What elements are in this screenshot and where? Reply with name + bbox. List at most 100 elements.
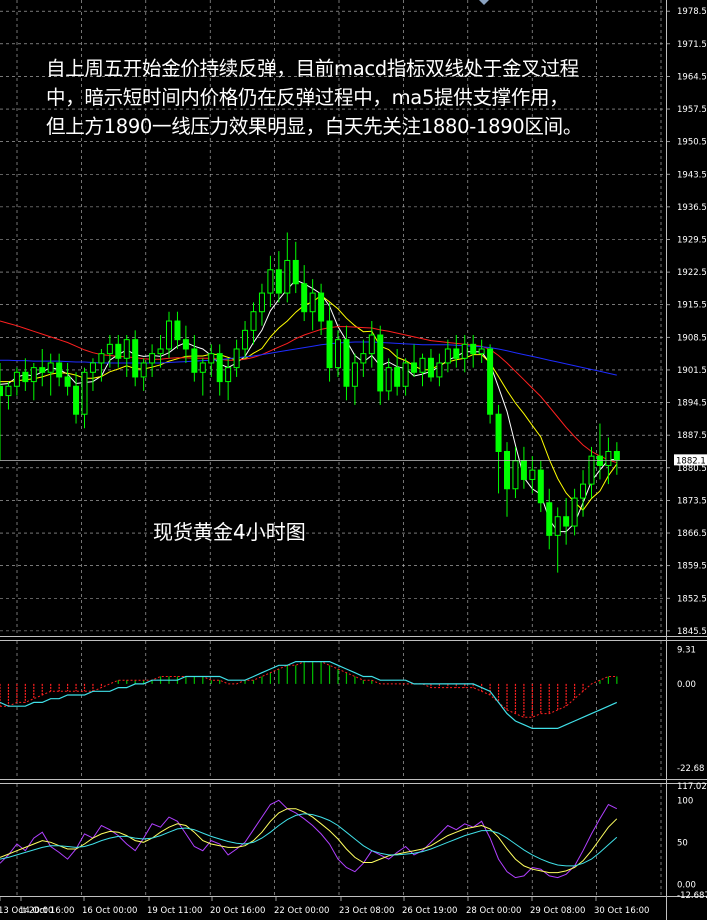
price-tick-label: 1845.5 xyxy=(677,627,707,637)
time-tick-label: 19 Oct 11:00 xyxy=(147,906,202,916)
analysis-annotation: 自上周五开始金价持续反弹，目前macd指标双线处于金叉过程 中，暗示短时间内价格… xyxy=(46,54,646,141)
candle-body xyxy=(233,348,240,369)
price-tick-label: 1922.5 xyxy=(677,268,707,278)
price-tick-label: 1908.5 xyxy=(677,333,707,343)
candle-body xyxy=(292,259,299,285)
moving-average-line xyxy=(0,279,617,533)
candle-body xyxy=(394,367,401,387)
candle-body xyxy=(106,343,113,355)
candle-body xyxy=(411,362,418,373)
candle-body xyxy=(47,362,54,373)
annotation-line: 但上方1890一线压力效果明显，白天先关注1880-1890区间。 xyxy=(46,115,583,138)
candle-body xyxy=(258,292,265,313)
candle-body xyxy=(309,292,316,313)
price-tick-label: 1950.5 xyxy=(677,138,707,148)
macd-tick-label: 9.31 xyxy=(677,645,696,655)
annotation-line: 自上周五开始金价持续反弹，目前macd指标双线处于金叉过程 xyxy=(46,57,579,80)
time-tick-label: 22 Oct 00:00 xyxy=(274,906,329,916)
candle-body xyxy=(13,371,20,387)
candle-body xyxy=(613,450,620,461)
candle-body xyxy=(216,353,223,383)
candle-body xyxy=(89,362,96,373)
candle-body xyxy=(343,339,350,387)
candle-body xyxy=(73,385,80,415)
price-tick-label: 1964.5 xyxy=(677,72,707,82)
price-tick-label: 1873.5 xyxy=(677,496,707,506)
candle-body xyxy=(149,353,156,364)
price-tick-label: 1957.5 xyxy=(677,105,707,115)
candle-body xyxy=(123,339,130,359)
candle-body xyxy=(427,357,434,378)
candle-body xyxy=(115,343,122,359)
candle-body xyxy=(30,367,37,383)
candle-body xyxy=(470,343,477,355)
candle-body xyxy=(495,413,502,452)
time-tick-label: 29 Oct 08:00 xyxy=(530,906,585,916)
candle-body xyxy=(39,367,46,373)
candle-body xyxy=(182,339,189,350)
stochastic-tick-label: 117.029 xyxy=(677,782,707,792)
stochastic-line xyxy=(0,808,618,874)
candle-body xyxy=(208,353,215,364)
candle-body xyxy=(98,353,105,364)
price-tick-label: 1887.5 xyxy=(677,431,707,441)
candle-body xyxy=(377,334,384,392)
candle-body xyxy=(512,460,519,490)
candle-body xyxy=(351,362,358,387)
candle-body xyxy=(563,516,570,527)
candle-body xyxy=(385,367,392,392)
price-tick-label: 1852.5 xyxy=(677,594,707,604)
candle-body xyxy=(250,311,257,331)
price-tick-label: 1929.5 xyxy=(677,235,707,245)
candle-body xyxy=(56,362,63,378)
candle-body xyxy=(504,450,510,490)
candle-body xyxy=(605,450,612,466)
candle-body xyxy=(166,320,172,350)
candle-body xyxy=(580,483,587,499)
chart-shift-marker xyxy=(479,0,489,5)
candle-body xyxy=(554,516,561,536)
time-tick-label: 26 Oct 19:00 xyxy=(402,906,457,916)
candle-body xyxy=(318,292,325,322)
current-price-label: 1882.1 xyxy=(676,456,706,466)
candle-body xyxy=(174,320,181,341)
macd-signal-line xyxy=(0,660,618,730)
stochastic-tick-label: 0.00 xyxy=(677,880,696,890)
candle-body xyxy=(267,269,274,294)
candle-body xyxy=(537,469,544,504)
candle-body xyxy=(132,339,139,378)
candle-body xyxy=(360,353,367,364)
candle-body xyxy=(140,362,147,378)
candle-body xyxy=(81,371,88,415)
candle-body xyxy=(520,460,527,480)
price-tick-label: 1915.5 xyxy=(677,301,707,311)
candle-body xyxy=(453,348,460,359)
candle-body xyxy=(335,339,341,369)
price-tick-label: 1866.5 xyxy=(677,529,707,539)
candle-body xyxy=(596,455,603,466)
time-tick-label: 20 Oct 16:00 xyxy=(210,906,265,916)
price-tick-label: 1971.5 xyxy=(677,40,707,50)
candle-body xyxy=(419,357,426,373)
time-tick-label: 28 Oct 00:00 xyxy=(466,906,521,916)
time-tick-label: 23 Oct 08:00 xyxy=(339,906,394,916)
moving-average-line xyxy=(0,320,617,464)
candle-body xyxy=(478,348,485,355)
price-tick-label: 1978.5 xyxy=(677,7,707,17)
candle-body xyxy=(368,334,375,355)
candle-body xyxy=(0,385,3,397)
macd-tick-label: -22.68 xyxy=(677,764,704,774)
stochastic-tick-label: 100 xyxy=(677,796,693,806)
candle-body xyxy=(487,348,494,415)
price-tick-label: 1943.5 xyxy=(677,170,707,180)
price-tick-label: 1859.5 xyxy=(677,562,707,572)
macd-tick-label: 0.00 xyxy=(677,680,696,690)
candle-body xyxy=(5,385,12,397)
candle-body xyxy=(284,259,291,294)
time-tick-label: 16 Oct 00:00 xyxy=(82,906,137,916)
candle-body xyxy=(157,348,164,355)
price-tick-label: 1901.5 xyxy=(677,366,707,376)
candle-body xyxy=(326,320,333,369)
candle-body xyxy=(64,376,71,387)
candle-body xyxy=(436,362,443,378)
